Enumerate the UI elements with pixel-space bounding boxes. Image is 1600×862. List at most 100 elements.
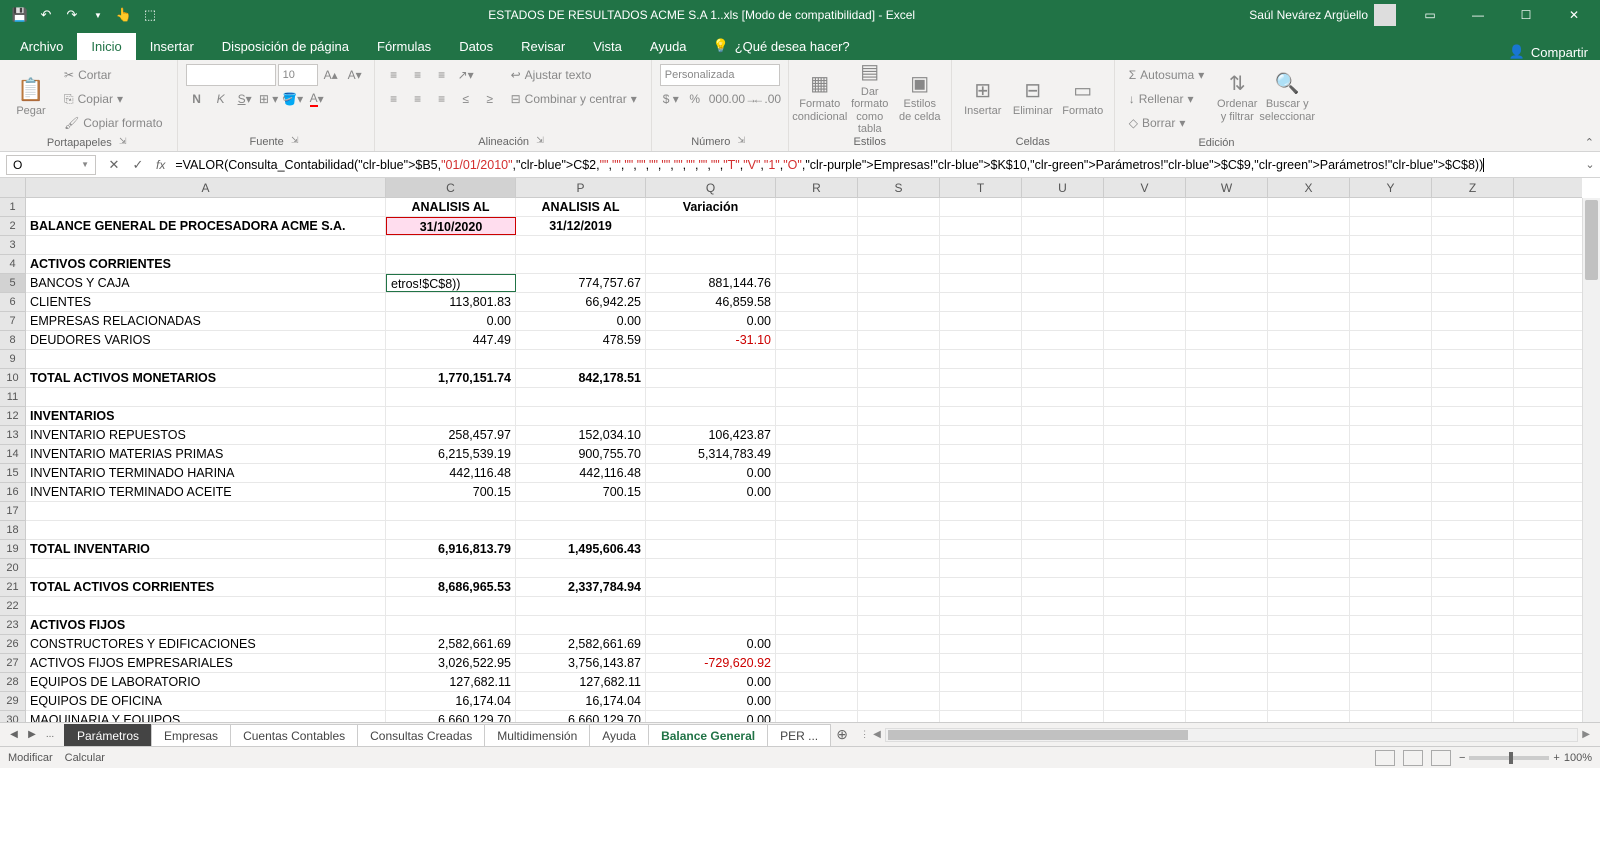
cell[interactable] bbox=[776, 635, 858, 653]
cell[interactable] bbox=[1432, 464, 1514, 482]
sheet-tab-per[interactable]: PER ... bbox=[767, 724, 831, 746]
cell[interactable] bbox=[646, 502, 776, 520]
cell[interactable] bbox=[1268, 502, 1350, 520]
row-header-14[interactable]: 14 bbox=[0, 445, 25, 464]
cell[interactable] bbox=[940, 217, 1022, 235]
cell[interactable] bbox=[1350, 407, 1432, 425]
cell[interactable] bbox=[1104, 445, 1186, 463]
row-header-6[interactable]: 6 bbox=[0, 293, 25, 312]
cell[interactable]: Variación bbox=[646, 198, 776, 216]
cell[interactable] bbox=[1104, 407, 1186, 425]
cell[interactable] bbox=[1022, 369, 1104, 387]
column-header-S[interactable]: S bbox=[858, 178, 940, 197]
hscroll-left[interactable]: ◀ bbox=[869, 729, 885, 740]
formula-input[interactable]: =VALOR(Consulta_Contabilidad("clr-blue">… bbox=[171, 155, 1580, 175]
cell[interactable]: 113,801.83 bbox=[386, 293, 516, 311]
cell[interactable] bbox=[26, 521, 386, 539]
cell[interactable] bbox=[1432, 654, 1514, 672]
cell[interactable] bbox=[1350, 369, 1432, 387]
cell[interactable] bbox=[26, 502, 386, 520]
row-header-12[interactable]: 12 bbox=[0, 407, 25, 426]
cell[interactable] bbox=[940, 426, 1022, 444]
format-as-table-button[interactable]: ▤Dar formato como tabla bbox=[847, 64, 893, 130]
sheet-tab-multi[interactable]: Multidimensión bbox=[484, 724, 590, 746]
hscroll-right[interactable]: ▶ bbox=[1578, 729, 1594, 740]
cell[interactable] bbox=[516, 388, 646, 406]
cell[interactable] bbox=[1432, 616, 1514, 634]
cell[interactable] bbox=[1022, 255, 1104, 273]
cell[interactable] bbox=[1022, 426, 1104, 444]
cell[interactable]: 442,116.48 bbox=[386, 464, 516, 482]
cell[interactable] bbox=[1186, 217, 1268, 235]
cell[interactable] bbox=[858, 502, 940, 520]
cell[interactable] bbox=[1022, 616, 1104, 634]
cell[interactable] bbox=[940, 236, 1022, 254]
cell[interactable] bbox=[1186, 597, 1268, 615]
cell[interactable] bbox=[776, 350, 858, 368]
cell[interactable] bbox=[1268, 711, 1350, 722]
view-normal-button[interactable] bbox=[1375, 750, 1395, 766]
maximize-button[interactable]: ☐ bbox=[1504, 0, 1548, 30]
dialog-launcher-clipboard[interactable]: ⇲ bbox=[116, 136, 130, 150]
cell[interactable] bbox=[516, 597, 646, 615]
row-header-9[interactable]: 9 bbox=[0, 350, 25, 369]
cell[interactable] bbox=[1186, 673, 1268, 691]
cell[interactable] bbox=[646, 255, 776, 273]
scrollbar-thumb[interactable] bbox=[1585, 200, 1598, 280]
tab-datos[interactable]: Datos bbox=[445, 33, 507, 60]
tab-archivo[interactable]: Archivo bbox=[6, 33, 77, 60]
cell[interactable] bbox=[1186, 635, 1268, 653]
cell[interactable] bbox=[940, 331, 1022, 349]
wrap-text-button[interactable]: ↩Ajustar texto bbox=[505, 64, 643, 86]
cell[interactable] bbox=[776, 578, 858, 596]
cell[interactable]: INVENTARIO TERMINADO ACEITE bbox=[26, 483, 386, 501]
cell[interactable] bbox=[858, 407, 940, 425]
cell[interactable] bbox=[776, 559, 858, 577]
cell[interactable] bbox=[940, 388, 1022, 406]
cell[interactable] bbox=[26, 597, 386, 615]
cell[interactable] bbox=[1268, 407, 1350, 425]
cell[interactable] bbox=[776, 540, 858, 558]
cell[interactable] bbox=[776, 521, 858, 539]
cell[interactable] bbox=[858, 198, 940, 216]
cell[interactable] bbox=[1104, 559, 1186, 577]
cell[interactable] bbox=[1432, 217, 1514, 235]
cell-styles-button[interactable]: ▣Estilos de celda bbox=[897, 64, 943, 130]
cell[interactable] bbox=[1022, 559, 1104, 577]
row-header-23[interactable]: 23 bbox=[0, 616, 25, 635]
cell[interactable]: 2,337,784.94 bbox=[516, 578, 646, 596]
cell[interactable] bbox=[1104, 350, 1186, 368]
grow-font-button[interactable]: A▴ bbox=[320, 64, 342, 86]
cell[interactable]: 1,495,606.43 bbox=[516, 540, 646, 558]
cell[interactable] bbox=[776, 331, 858, 349]
cell[interactable] bbox=[1186, 483, 1268, 501]
dialog-launcher-align[interactable]: ⇲ bbox=[533, 135, 547, 149]
cell[interactable] bbox=[940, 578, 1022, 596]
cell[interactable] bbox=[1268, 521, 1350, 539]
cell[interactable] bbox=[1268, 236, 1350, 254]
cell[interactable] bbox=[516, 559, 646, 577]
cell[interactable] bbox=[1350, 388, 1432, 406]
cell[interactable] bbox=[776, 502, 858, 520]
font-selector[interactable] bbox=[186, 64, 276, 86]
row-header-22[interactable]: 22 bbox=[0, 597, 25, 616]
merge-center-button[interactable]: ⊟Combinar y centrar ▾ bbox=[505, 88, 643, 110]
tellme-search[interactable]: 💡 ¿Qué desea hacer? bbox=[701, 32, 862, 60]
cell[interactable] bbox=[1022, 407, 1104, 425]
fill-button[interactable]: ↓Rellenar ▾ bbox=[1123, 88, 1210, 110]
cell[interactable] bbox=[1186, 350, 1268, 368]
cell[interactable] bbox=[1104, 426, 1186, 444]
cell[interactable] bbox=[26, 236, 386, 254]
cell[interactable] bbox=[1022, 635, 1104, 653]
cell[interactable] bbox=[1350, 616, 1432, 634]
cell[interactable]: 6,215,539.19 bbox=[386, 445, 516, 463]
cell[interactable]: 3,026,522.95 bbox=[386, 654, 516, 672]
cell[interactable] bbox=[1268, 673, 1350, 691]
cell[interactable] bbox=[1104, 673, 1186, 691]
cell[interactable] bbox=[646, 559, 776, 577]
cell[interactable]: 0.00 bbox=[516, 312, 646, 330]
undo-button[interactable]: ↶ bbox=[34, 3, 58, 27]
cell[interactable] bbox=[1350, 198, 1432, 216]
cell[interactable] bbox=[776, 654, 858, 672]
tab-insertar[interactable]: Insertar bbox=[136, 33, 208, 60]
